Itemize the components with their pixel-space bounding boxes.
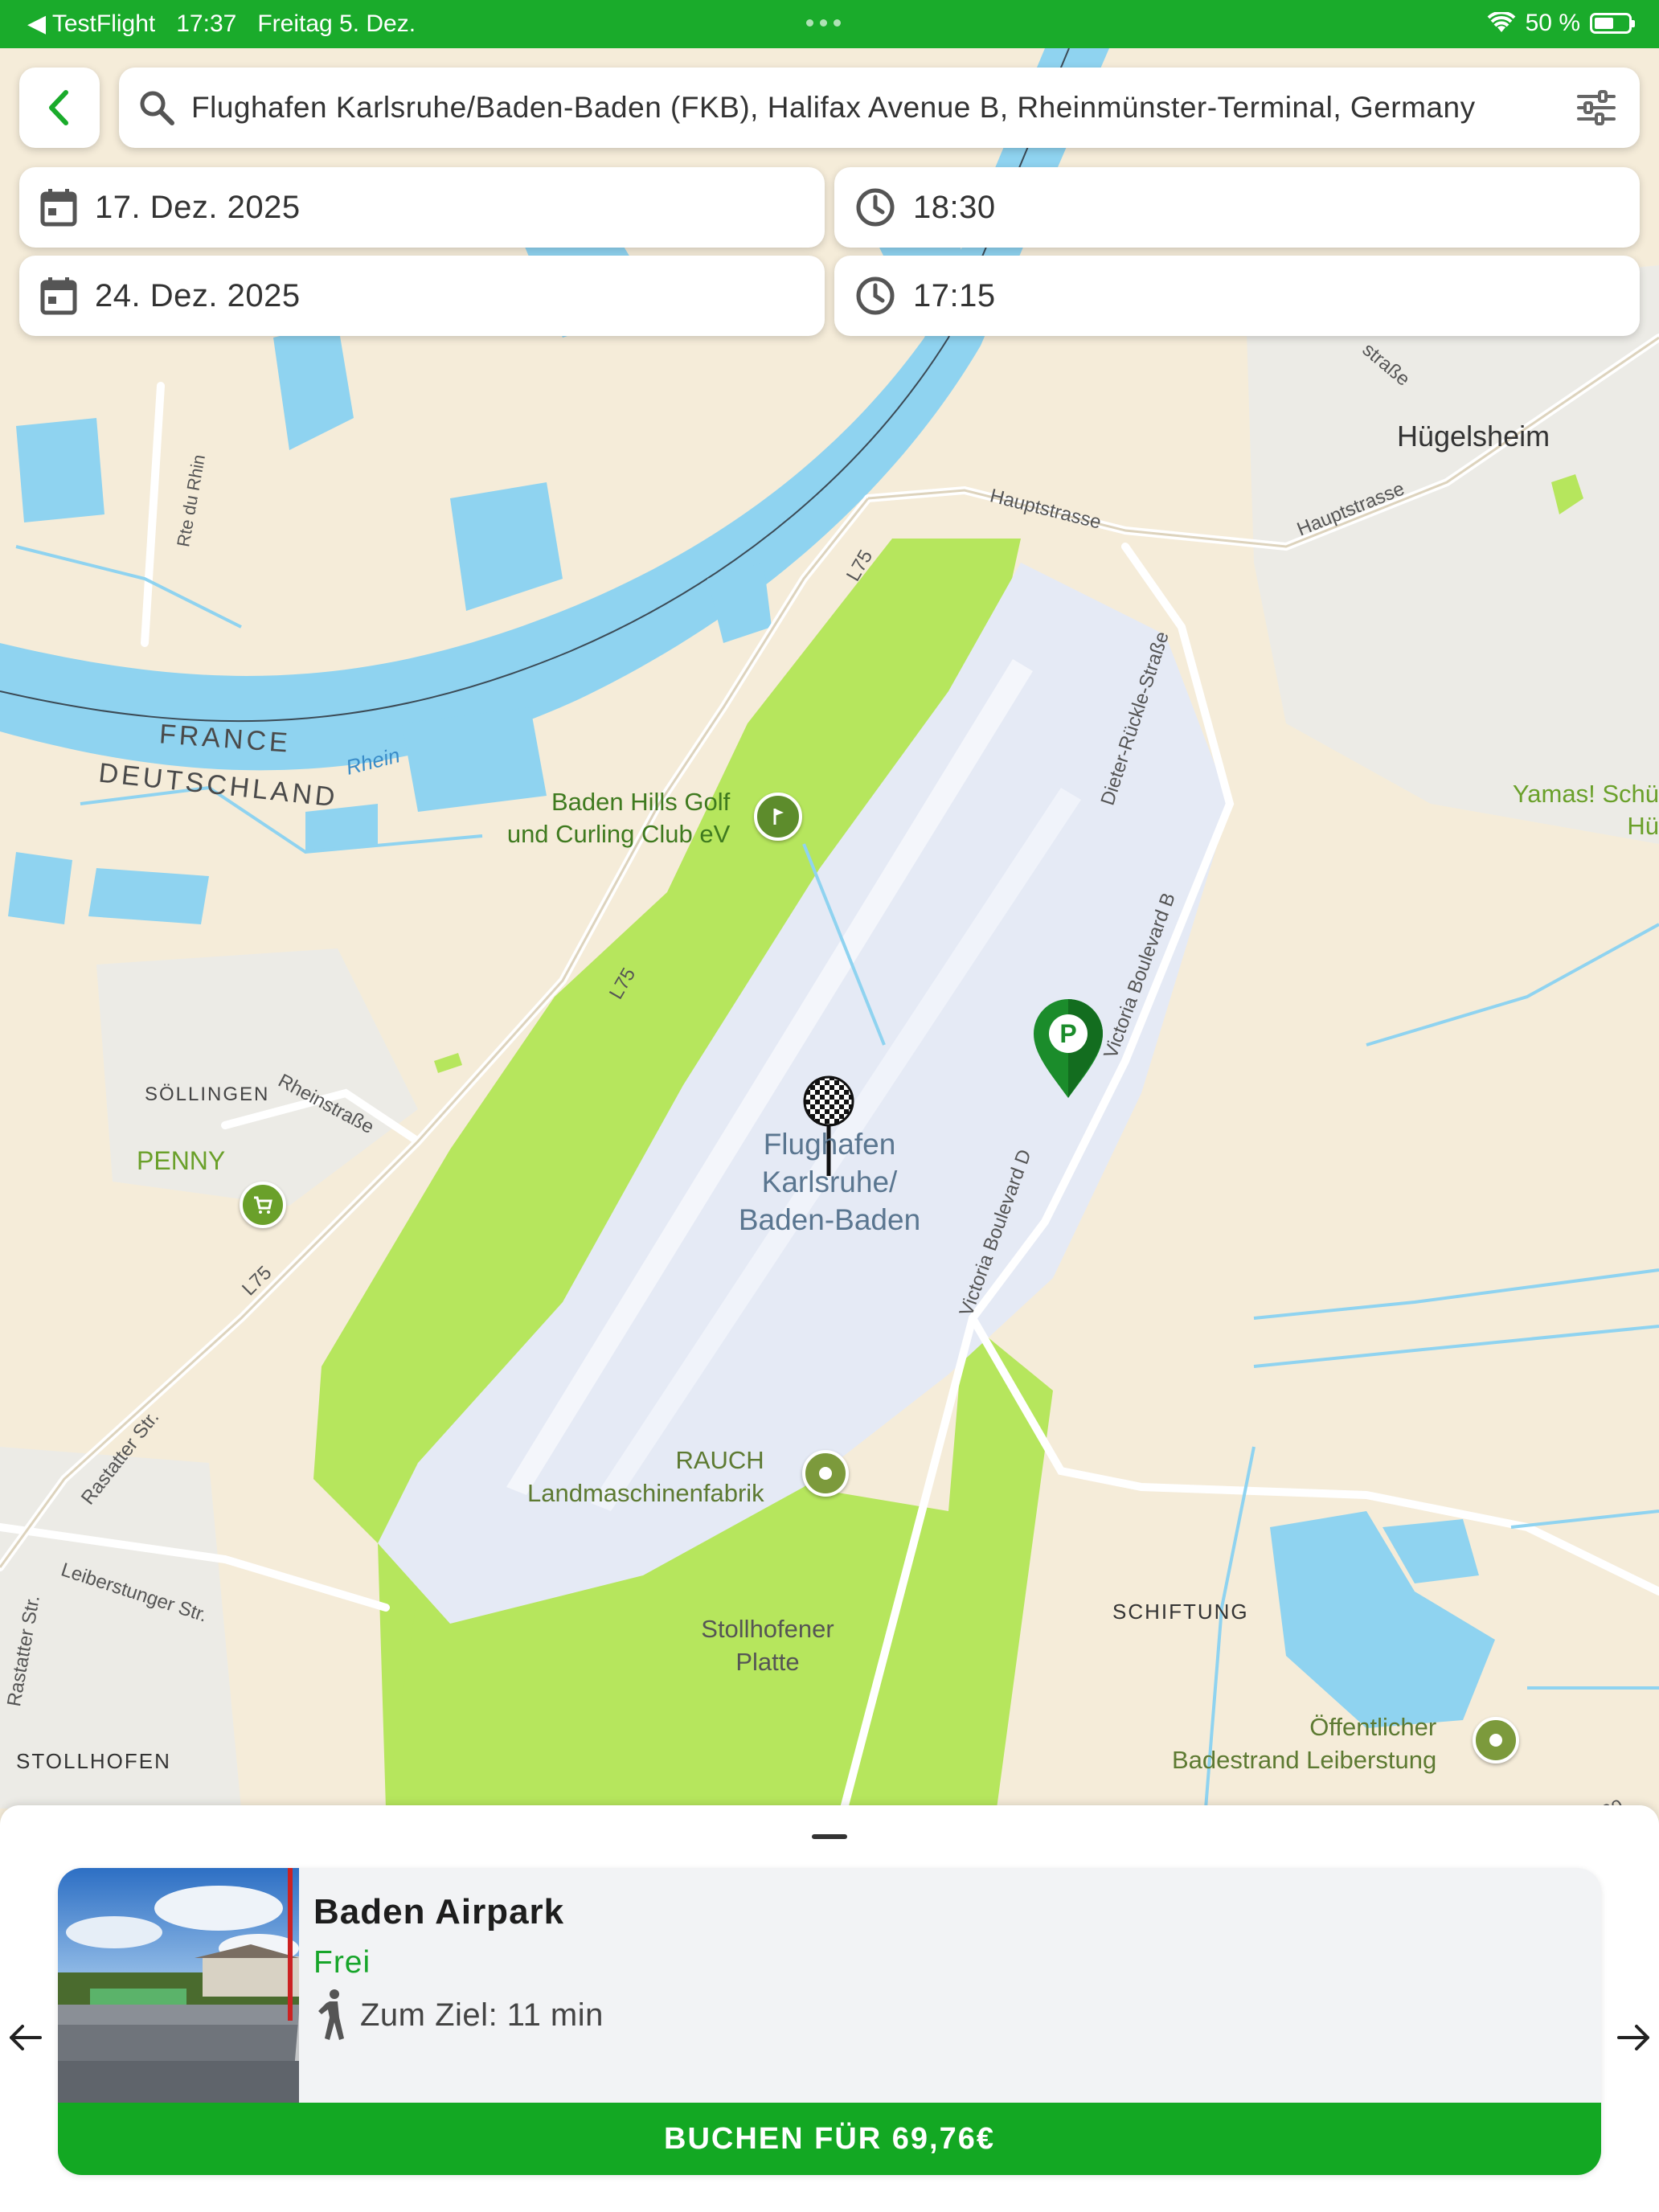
map-label-stollhofener-platte: Stollhofener Platte: [683, 1612, 852, 1678]
previous-arrow-icon[interactable]: [5, 2017, 45, 2058]
rauch-label-line: RAUCH: [675, 1446, 764, 1474]
end-date-value: 24. Dez. 2025: [95, 277, 301, 313]
search-icon: [140, 91, 174, 125]
badestrand-label-line: Öffentlicher: [1309, 1713, 1437, 1741]
search-query-text[interactable]: Flughafen Karlsruhe/Baden-Baden (FKB), H…: [191, 91, 1558, 125]
rauch-label-line: Landmaschinenfabrik: [527, 1479, 764, 1507]
wifi-icon: [1487, 12, 1515, 32]
map-label-huegelsheim: Hügelsheim: [1397, 420, 1550, 453]
start-time-value: 18:30: [913, 189, 996, 225]
shopping-cart-poi-pin[interactable]: [240, 1182, 286, 1228]
bottom-sheet: Baden Airpark Frei Zum Ziel: 11 min BUCH…: [0, 1805, 1659, 2212]
clock-icon: [856, 188, 895, 227]
badestrand-label-line: Badestrand Leiberstung: [1172, 1746, 1437, 1774]
start-date-value: 17. Dez. 2025: [95, 189, 301, 225]
place-dot-icon: [1489, 1734, 1502, 1747]
map-label-yamas: Yamas! Schü Hü: [1511, 778, 1659, 842]
map-label-stollhofen: STOLLHOFEN: [16, 1749, 171, 1773]
golf-poi-pin[interactable]: [754, 793, 802, 841]
end-date-field[interactable]: 24. Dez. 2025: [19, 256, 825, 336]
walking-distance: Zum Ziel: 11 min: [313, 1989, 604, 2042]
map-label-golf: Baden Hills Golf und Curling Club eV: [503, 786, 730, 850]
golf-label-line: und Curling Club eV: [506, 820, 731, 848]
map-label-penny: PENNY: [137, 1146, 226, 1175]
location-search-field[interactable]: Flughafen Karlsruhe/Baden-Baden (FKB), H…: [119, 68, 1640, 148]
book-button[interactable]: BUCHEN FÜR 69,76€: [58, 2103, 1601, 2175]
walking-distance-text: Zum Ziel: 11 min: [360, 1997, 604, 2033]
yamas-label-line: Hü: [1627, 812, 1659, 840]
stollhofener-label-line: Stollhofener: [701, 1615, 834, 1643]
golf-label-line: Baden Hills Golf: [551, 788, 731, 816]
shopping-cart-icon: [254, 1196, 272, 1214]
airport-label-line: Karlsruhe/: [761, 1165, 898, 1198]
airport-label-line: Baden-Baden: [738, 1203, 921, 1236]
golf-icon: [773, 809, 784, 825]
back-to-app-link[interactable]: ◀ TestFlight: [27, 10, 155, 38]
clock-icon: [856, 276, 895, 315]
map-label-badestrand: Öffentlicher Badestrand Leiberstung: [1172, 1710, 1436, 1776]
status-date: Freitag 5. Dez.: [257, 10, 416, 37]
airport-label-line: Flughafen: [763, 1128, 896, 1161]
calendar-icon: [40, 189, 77, 227]
rauch-poi-pin[interactable]: [802, 1450, 849, 1497]
status-bar: ◀ TestFlight 17:37 Freitag 5. Dez. 50 %: [0, 0, 1659, 48]
battery-icon: [1590, 13, 1635, 34]
chevron-left-icon: [49, 90, 68, 125]
start-date-field[interactable]: 17. Dez. 2025: [19, 167, 825, 248]
calendar-icon: [40, 277, 77, 315]
end-time-field[interactable]: 17:15: [834, 256, 1640, 336]
map-label-schiftung: SCHIFTUNG: [1112, 1600, 1249, 1624]
parking-lot-name: Baden Airpark: [313, 1892, 565, 1931]
map-label-soellingen: SÖLLINGEN: [145, 1083, 270, 1105]
parking-lot-card[interactable]: Baden Airpark Frei Zum Ziel: 11 min BUCH…: [58, 1868, 1601, 2175]
map-label-airport: Flughafen Karlsruhe/ Baden-Baden: [723, 1125, 936, 1239]
back-button[interactable]: [19, 68, 100, 148]
status-time: 17:37: [176, 10, 237, 37]
badestrand-poi-pin[interactable]: [1473, 1717, 1519, 1763]
place-dot-icon: [819, 1467, 832, 1480]
filter-sliders-icon[interactable]: [1577, 90, 1616, 125]
yamas-label-line: Yamas! Schü: [1512, 780, 1659, 808]
parking-lot-photo: [58, 1868, 299, 2108]
next-arrow-icon[interactable]: [1614, 2017, 1654, 2058]
end-time-value: 17:15: [913, 277, 996, 313]
parking-location-pin[interactable]: P: [1032, 998, 1104, 1100]
multitasking-dots[interactable]: [806, 19, 841, 27]
battery-percent: 50 %: [1525, 10, 1580, 36]
walking-person-icon: [318, 1989, 344, 2040]
availability-status: Frei: [313, 1945, 371, 1980]
svg-text:P: P: [1059, 1019, 1076, 1048]
sheet-drag-handle[interactable]: [812, 1834, 847, 1839]
map-label-rauch: RAUCH Landmaschinenfabrik: [527, 1444, 764, 1509]
start-time-field[interactable]: 18:30: [834, 167, 1640, 248]
stollhofener-label-line: Platte: [735, 1648, 800, 1676]
